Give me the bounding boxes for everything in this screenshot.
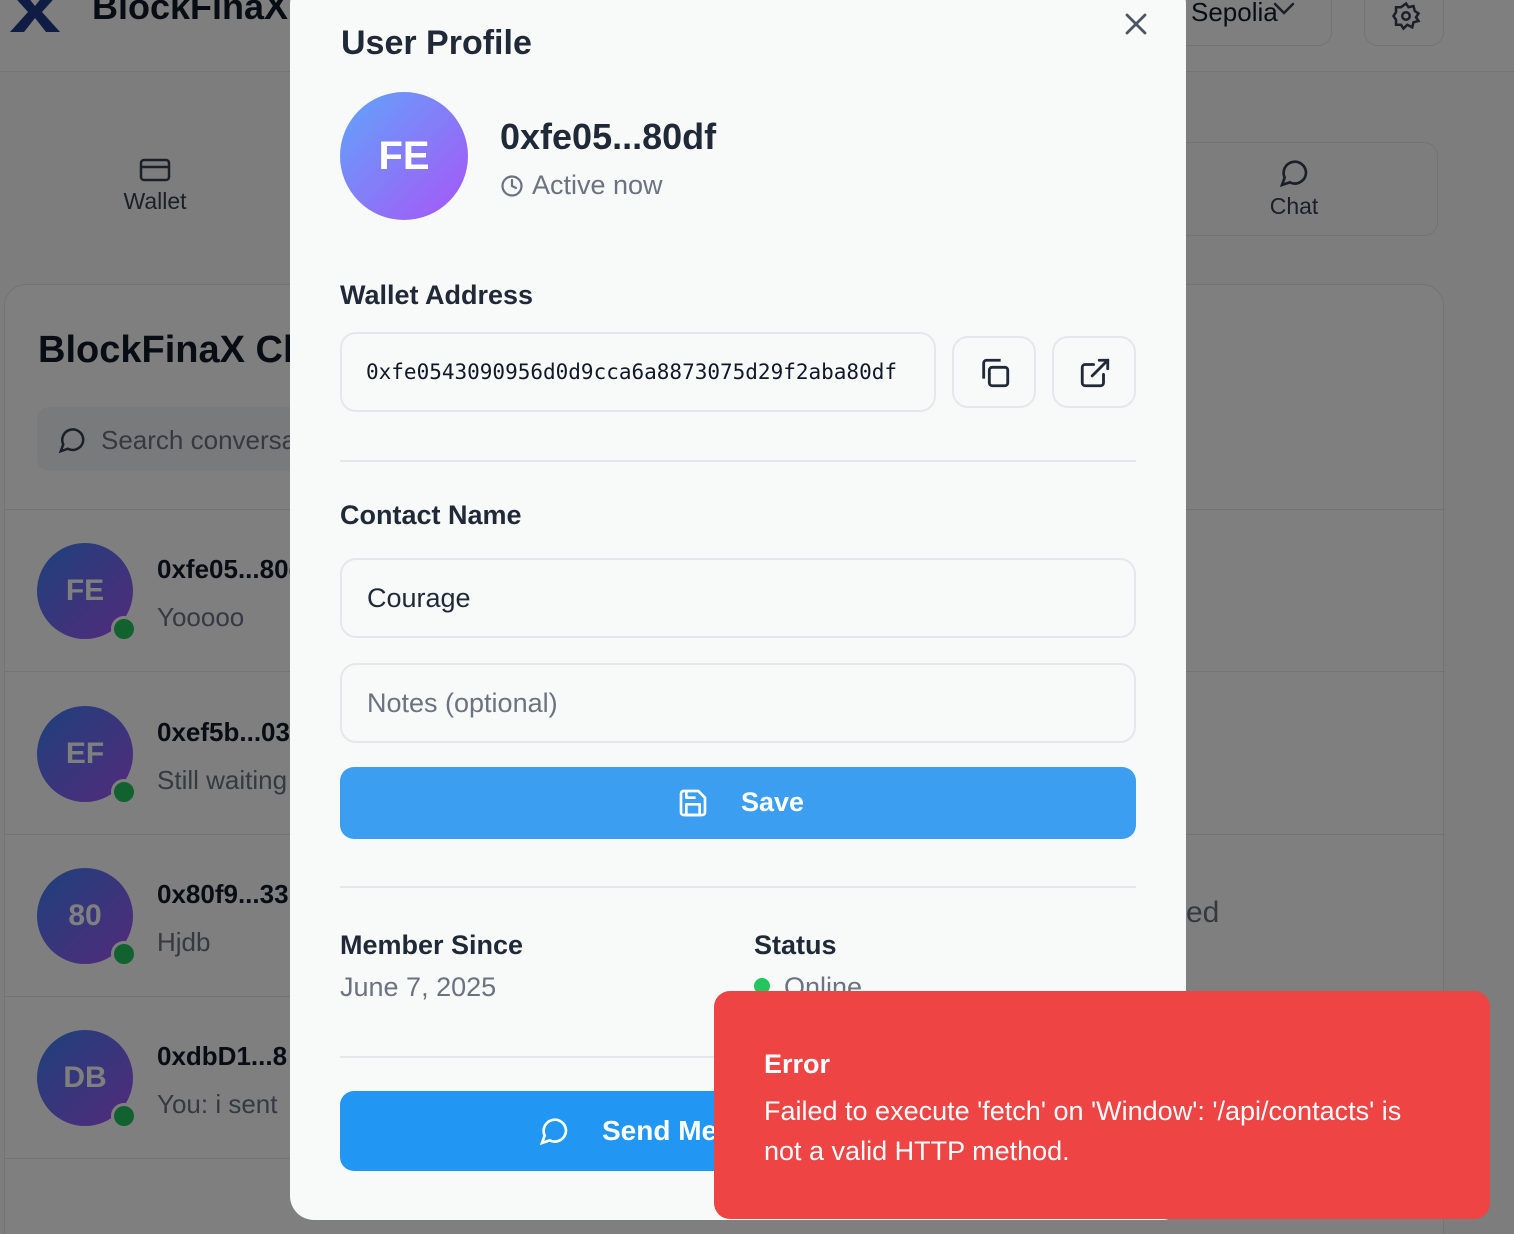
message-circle-icon [539, 1118, 568, 1146]
divider [340, 886, 1136, 888]
close-icon[interactable] [1120, 8, 1152, 40]
save-icon [679, 789, 707, 817]
wallet-address-field[interactable]: 0xfe0543090956d0d9cca6a8873075d29f2aba80… [340, 332, 936, 412]
wallet-address-value: 0xfe0543090956d0d9cca6a8873075d29f2aba80… [366, 360, 898, 384]
error-toast[interactable]: Error Failed to execute 'fetch' on 'Wind… [714, 991, 1490, 1219]
modal-title: User Profile [341, 24, 532, 62]
contact-name-label: Contact Name [340, 500, 522, 530]
copy-address-button[interactable] [952, 336, 1036, 408]
divider [340, 460, 1136, 462]
external-link-icon [1080, 358, 1110, 388]
toast-message: Failed to execute 'fetch' on 'Window': '… [764, 1096, 1402, 1166]
active-status: Active now [500, 170, 663, 201]
status-label: Status [754, 930, 837, 960]
contact-name-input[interactable]: Courage [340, 558, 1136, 638]
profile-name: 0xfe05...80df [500, 116, 717, 157]
active-status-text: Active now [532, 170, 663, 200]
wallet-address-label: Wallet Address [340, 280, 534, 310]
notes-input[interactable]: Notes (optional) [340, 663, 1136, 743]
save-button-label: Save [741, 787, 805, 817]
member-since-label: Member Since [340, 930, 524, 960]
profile-avatar: FE [340, 92, 468, 220]
open-explorer-button[interactable] [1052, 336, 1136, 408]
clock-icon [501, 175, 523, 197]
save-button[interactable]: Save [340, 767, 1136, 839]
toast-title: Error [764, 1049, 831, 1079]
copy-icon [982, 358, 1010, 388]
member-since-value: June 7, 2025 [340, 972, 497, 1002]
